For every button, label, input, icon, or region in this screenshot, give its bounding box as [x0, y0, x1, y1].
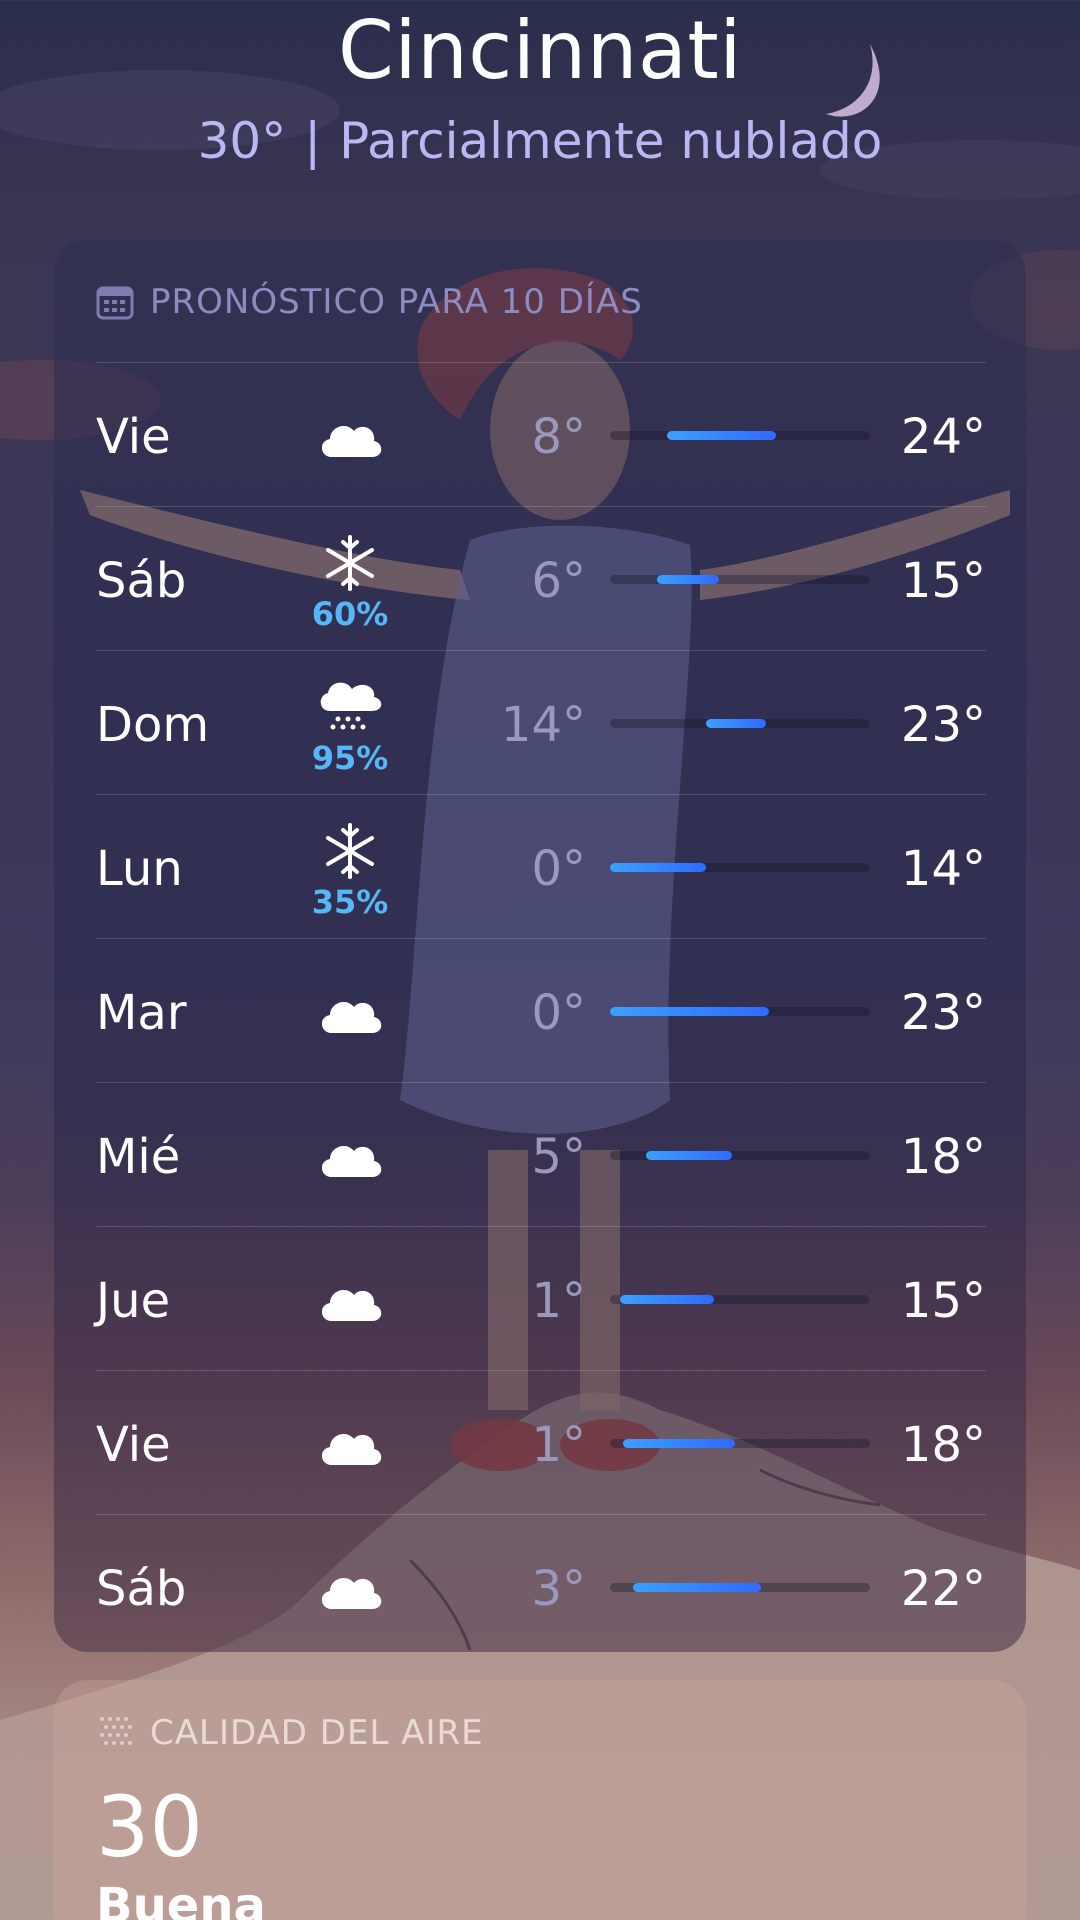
forecast-row[interactable]: Mar 0° 23° [96, 938, 986, 1082]
current-conditions: 30° | Parcialmente nublado [0, 112, 1080, 170]
low-temperature: 0° [531, 985, 586, 1041]
temperature-range-fill [646, 1151, 733, 1160]
forecast-row[interactable]: Sáb 60% 6° 15° [96, 506, 986, 650]
cloud-icon [314, 1271, 386, 1331]
temperature-range-bar [610, 575, 870, 584]
low-temperature: 5° [531, 1129, 586, 1185]
forecast-row[interactable]: Sáb 3° 22° [96, 1514, 986, 1658]
temperature-range-fill [633, 1583, 761, 1592]
forecast-row[interactable]: Vie 1° 18° [96, 1370, 986, 1514]
forecast-row[interactable]: Vie 8° 24° [96, 362, 986, 506]
precipitation-chance: 95% [311, 739, 389, 777]
temperature-range-fill [706, 719, 766, 728]
forecast-day: Dom [96, 697, 210, 753]
forecast-row[interactable]: Jue 1° 15° [96, 1226, 986, 1370]
air-quality-label: Buena [96, 1878, 266, 1920]
current-temperature: 30° [197, 112, 287, 170]
precipitation-chance: 60% [311, 595, 389, 633]
temperature-range-bar [610, 1007, 870, 1016]
forecast-day: Mié [96, 1129, 181, 1185]
temperature-range-bar [610, 863, 870, 872]
cloud-icon [314, 983, 386, 1043]
temperature-range-fill [667, 431, 777, 440]
snow-cloud-icon [314, 677, 386, 737]
temperature-range-bar [610, 719, 870, 728]
cloud-icon [314, 1415, 386, 1475]
temperature-range-fill [620, 1295, 714, 1304]
snowflake-icon [314, 533, 386, 593]
temperature-range-fill [610, 863, 707, 872]
high-temperature: 14° [900, 841, 986, 897]
forecast-title: PRONÓSTICO PARA 10 DÍAS [150, 282, 643, 322]
low-temperature: 3° [531, 1561, 586, 1617]
current-condition: Parcialmente nublado [339, 112, 883, 170]
forecast-day: Jue [96, 1273, 171, 1329]
low-temperature: 1° [531, 1417, 586, 1473]
low-temperature: 1° [531, 1273, 586, 1329]
cloud-icon [314, 407, 386, 467]
high-temperature: 15° [900, 1273, 986, 1329]
high-temperature: 18° [900, 1417, 986, 1473]
high-temperature: 22° [900, 1561, 986, 1617]
forecast-list: Vie 8° 24° Sáb 60% 6° 15° Dom 95% 14° 23° Lun 35% 0° 1… [96, 362, 986, 1658]
temperature-range-bar [610, 1439, 870, 1448]
city-name: Cincinnati [337, 4, 743, 97]
temperature-range-bar [610, 431, 870, 440]
forecast-header: PRONÓSTICO PARA 10 DÍAS [96, 272, 643, 332]
temperature-range-bar [610, 1583, 870, 1592]
low-temperature: 8° [531, 409, 586, 465]
calendar-icon [96, 286, 134, 320]
forecast-row[interactable]: Lun 35% 0° 14° [96, 794, 986, 938]
cloud-icon [314, 1559, 386, 1619]
forecast-day: Mar [96, 985, 187, 1041]
temperature-range-bar [610, 1295, 870, 1304]
high-temperature: 23° [900, 985, 986, 1041]
forecast-day: Sáb [96, 1561, 187, 1617]
temperature-range-bar [610, 1151, 870, 1160]
air-quality-icon [100, 1717, 132, 1745]
forecast-day: Sáb [96, 553, 187, 609]
high-temperature: 24° [900, 409, 986, 465]
high-temperature: 15° [900, 553, 986, 609]
forecast-day: Vie [96, 409, 171, 465]
precipitation-chance: 35% [311, 883, 389, 921]
forecast-row[interactable]: Dom 95% 14° 23° [96, 650, 986, 794]
air-quality-value: 30 [96, 1778, 203, 1876]
high-temperature: 23° [900, 697, 986, 753]
forecast-day: Vie [96, 1417, 171, 1473]
temperature-range-fill [656, 575, 720, 584]
temperature-range-fill [623, 1439, 735, 1448]
low-temperature: 6° [531, 553, 586, 609]
separator: | [304, 112, 322, 170]
low-temperature: 14° [500, 697, 586, 753]
ten-day-forecast-card[interactable]: PRONÓSTICO PARA 10 DÍAS Vie 8° 24° Sáb 60% 6°… [54, 240, 1026, 1652]
air-quality-card[interactable]: CALIDAD DEL AIRE 30 Buena [54, 1680, 1026, 1920]
cloud-icon [314, 1127, 386, 1187]
air-quality-title: CALIDAD DEL AIRE [150, 1713, 484, 1753]
high-temperature: 18° [900, 1129, 986, 1185]
low-temperature: 0° [531, 841, 586, 897]
air-quality-header: CALIDAD DEL AIRE [96, 1708, 484, 1758]
forecast-row[interactable]: Mié 5° 18° [96, 1082, 986, 1226]
snowflake-icon [314, 821, 386, 881]
forecast-day: Lun [96, 841, 183, 897]
temperature-range-fill [610, 1007, 769, 1016]
